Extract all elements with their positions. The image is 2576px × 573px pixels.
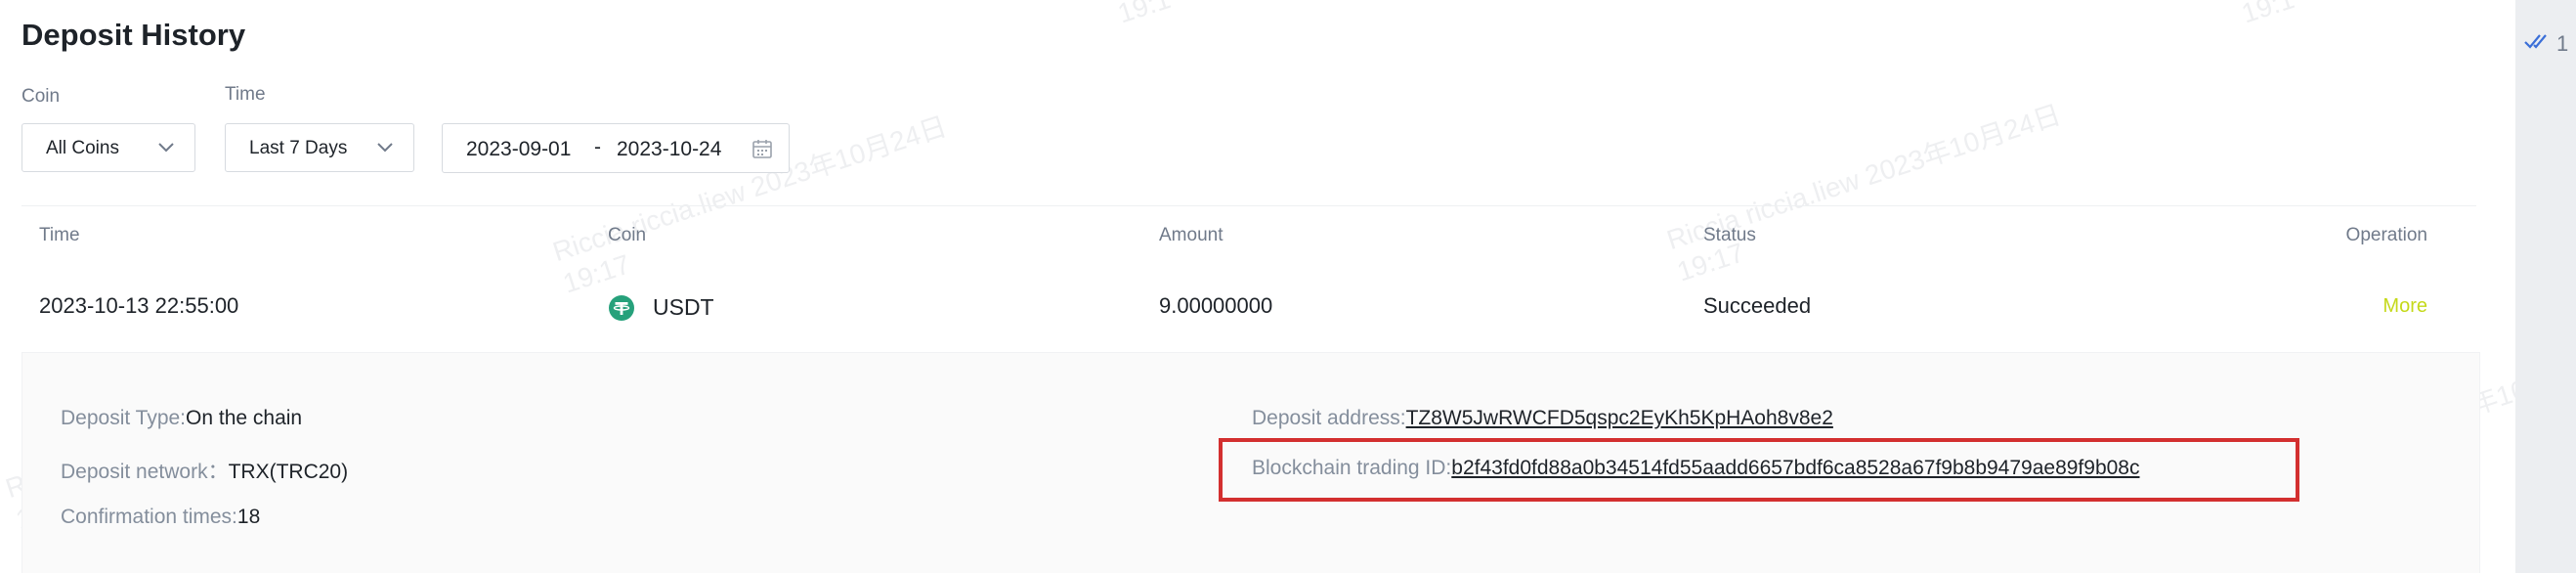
- column-header-time: Time: [39, 225, 80, 245]
- deposit-network-row: Deposit network：TRX(TRC20): [61, 456, 348, 485]
- watermark: 19:1: [2238, 0, 2298, 29]
- column-header-amount: Amount: [1159, 225, 1224, 245]
- row-coin: USDT: [653, 294, 714, 320]
- highlight-box: [1219, 438, 2299, 502]
- deposit-type-label: Deposit Type:: [61, 407, 187, 429]
- watermark: Riccia riccia.liew 2023年10月24日19:17: [1662, 99, 2065, 287]
- column-header-operation: Operation: [2345, 225, 2427, 245]
- row-status: Succeeded: [1703, 293, 1812, 318]
- coin-filter-label: Coin: [21, 86, 61, 107]
- double-check-icon: [2524, 34, 2547, 49]
- deposit-address-link[interactable]: TZ8W5JwRWCFD5qspc2EyKh5KpHAoh8v8e2: [1406, 407, 1833, 429]
- date-separator: -: [594, 136, 601, 158]
- deposit-network-label: Deposit network：: [61, 461, 229, 483]
- coin-select-value: All Coins: [46, 138, 119, 158]
- time-filter-label: Time: [225, 84, 266, 105]
- deposit-type-value: On the chain: [186, 407, 303, 429]
- row-amount: 9.00000000: [1159, 293, 1273, 318]
- confirmation-row: Confirmation times:18: [61, 506, 260, 529]
- time-select-value: Last 7 Days: [249, 138, 348, 158]
- date-start[interactable]: 2023-09-01: [466, 138, 571, 161]
- deposit-address-label: Deposit address:: [1252, 407, 1406, 429]
- page-title: Deposit History: [21, 18, 246, 52]
- time-select[interactable]: Last 7 Days: [225, 123, 414, 172]
- deposit-address-row: Deposit address:TZ8W5JwRWCFD5qspc2EyKh5K…: [1252, 407, 1833, 430]
- deposit-history-panel: Riccia riccia.liew 2023年10月24日 19:17 Ricc…: [0, 0, 2576, 573]
- deposit-network-value: TRX(TRC20): [228, 461, 349, 483]
- side-count: 1: [2556, 31, 2569, 56]
- chevron-down-icon: [158, 143, 174, 153]
- confirmation-value: 18: [236, 506, 261, 528]
- more-link[interactable]: More: [2383, 295, 2427, 318]
- date-end[interactable]: 2023-10-24: [617, 138, 721, 161]
- coin-select[interactable]: All Coins: [21, 123, 195, 172]
- row-time: 2023-10-13 22:55:00: [39, 293, 239, 318]
- column-header-coin: Coin: [608, 225, 647, 245]
- side-strip: [2515, 0, 2576, 573]
- deposit-type-row: Deposit Type:On the chain: [61, 407, 302, 430]
- column-header-status: Status: [1703, 225, 1756, 245]
- date-range-picker[interactable]: 2023-09-01 - 2023-10-24: [442, 123, 790, 173]
- confirmation-label: Confirmation times:: [61, 506, 237, 528]
- usdt-tether-icon: [609, 295, 634, 321]
- calendar-icon: [752, 140, 772, 158]
- divider: [21, 205, 2476, 206]
- watermark: 19:1: [1114, 0, 1175, 29]
- chevron-down-icon: [377, 143, 393, 153]
